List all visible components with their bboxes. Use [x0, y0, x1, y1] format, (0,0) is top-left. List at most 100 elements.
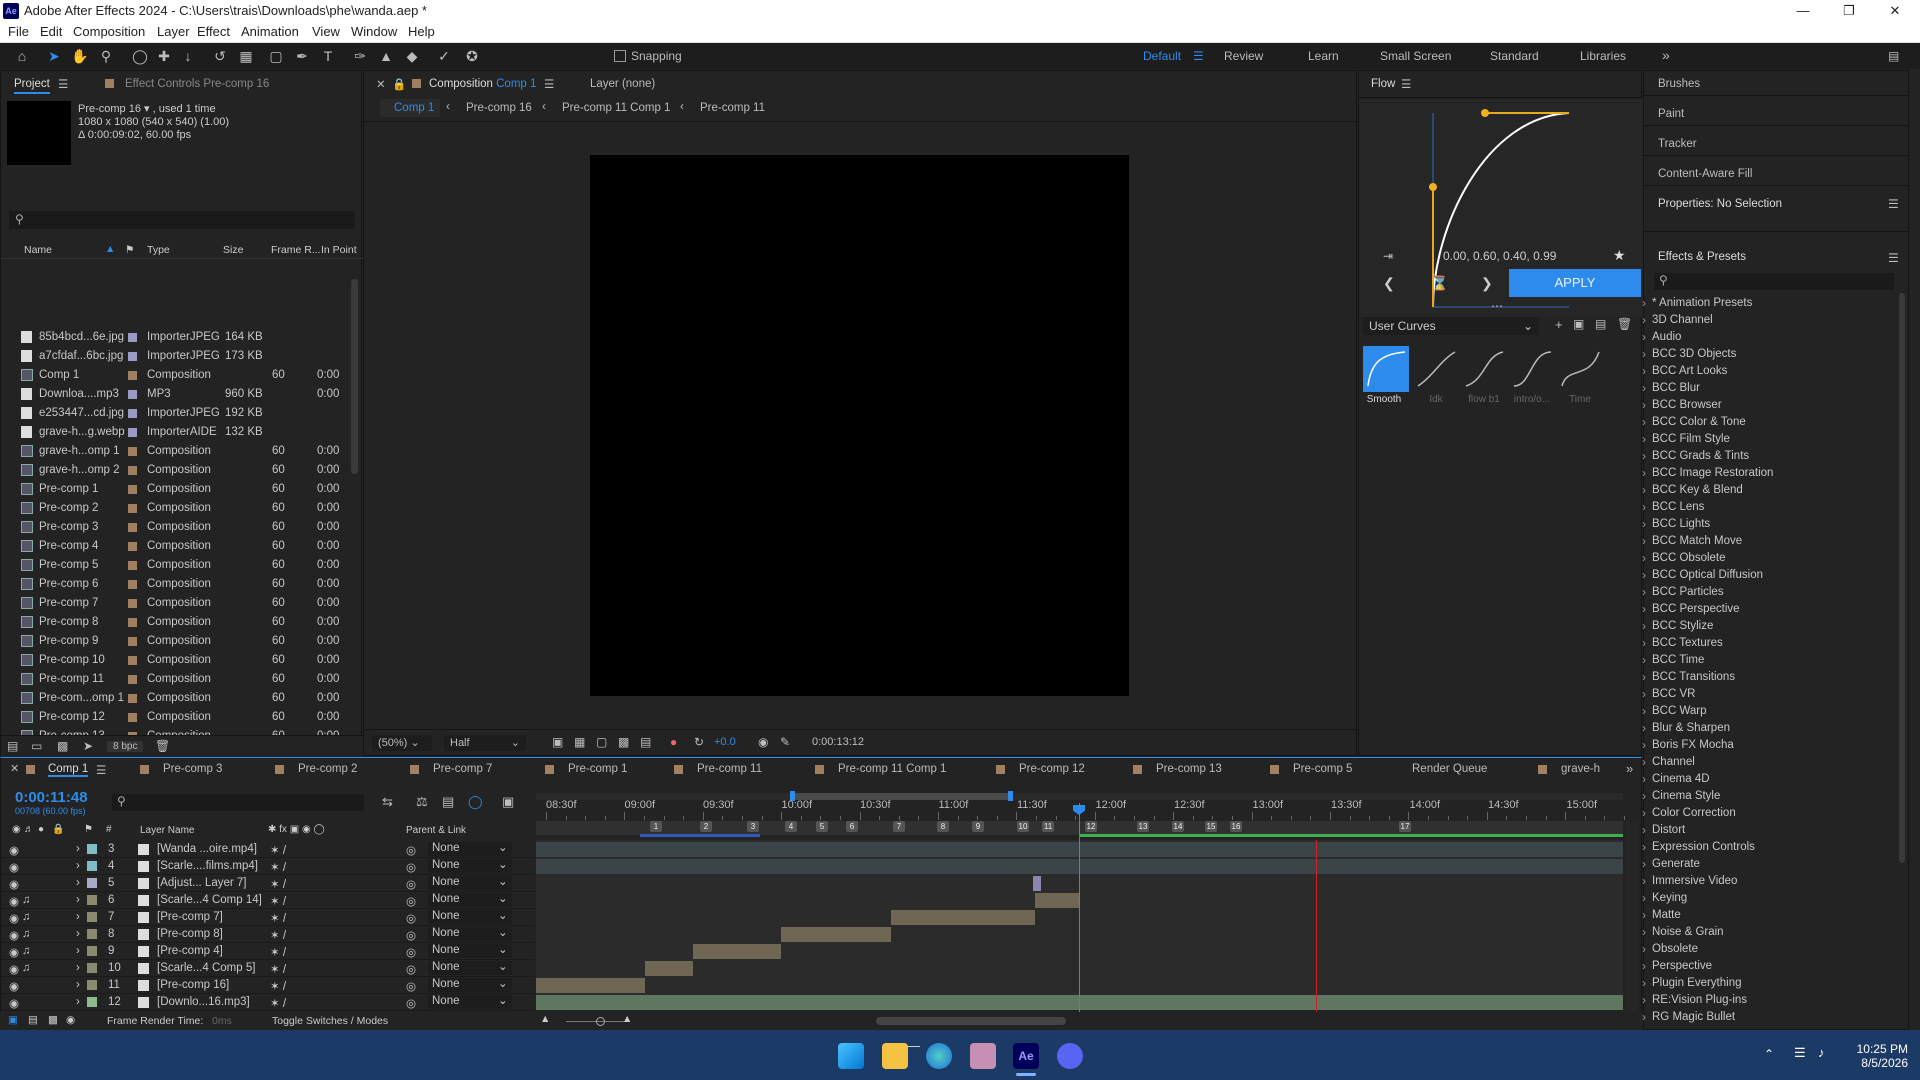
label-swatch[interactable]: [128, 618, 137, 627]
layer-name[interactable]: [Downlo...16.mp3]: [157, 996, 250, 1008]
layer-row[interactable]: ◉ › 11 [Pre-comp 16] ✶ / ◎ None ⌄: [0, 977, 535, 994]
menu-window[interactable]: Window: [351, 24, 397, 39]
effects-scrollbar[interactable]: [1899, 293, 1905, 863]
layer-switches-icon[interactable]: ✶ /: [270, 843, 286, 857]
preset-intro-thumbnail[interactable]: [1509, 346, 1555, 392]
project-item[interactable]: Downloa....mp3 MP3 960 KB 0:00: [17, 385, 352, 404]
flow-menu-icon[interactable]: ☰: [1401, 77, 1411, 91]
pick-whip-icon[interactable]: ◎: [406, 996, 416, 1010]
expand-arrow-icon[interactable]: ›: [76, 877, 80, 889]
layer-switches-icon[interactable]: ✶ /: [270, 996, 286, 1010]
interpret-footage-icon[interactable]: ▤: [7, 739, 18, 753]
layer-switches-icon[interactable]: ✶ /: [270, 894, 286, 908]
effect-category[interactable]: BCC Match Move: [1642, 534, 1742, 548]
effect-category[interactable]: BCC Film Style: [1642, 432, 1730, 446]
apply-button[interactable]: APPLY: [1509, 269, 1641, 297]
curve-values[interactable]: 0.00, 0.60, 0.40, 0.99: [1443, 249, 1556, 263]
label-swatch[interactable]: [128, 713, 137, 722]
import-icon[interactable]: ⇥: [1383, 249, 1393, 263]
effect-category[interactable]: BCC Stylize: [1642, 619, 1713, 633]
save-curve-icon[interactable]: ▣: [1573, 317, 1584, 331]
more-options-icon[interactable]: ⋯: [1491, 299, 1503, 313]
expand-arrow-icon[interactable]: ›: [76, 962, 80, 974]
draft-3d-icon[interactable]: ⚖: [416, 794, 428, 810]
project-item[interactable]: Pre-comp 2 Composition 60 0:00: [17, 499, 352, 518]
layer-name[interactable]: [Pre-comp 4]: [157, 945, 223, 957]
layer-name[interactable]: [Scarle....films.mp4]: [157, 860, 258, 872]
comp-marker[interactable]: 4: [785, 821, 797, 832]
effect-category[interactable]: Matte: [1642, 908, 1681, 922]
layer-row[interactable]: ◉ › 5 [Adjust... Layer 7] ✶ / ◎ None ⌄: [0, 875, 535, 892]
layer-switches-icon[interactable]: ✶ /: [270, 962, 286, 976]
workspace-menu-icon[interactable]: ☰: [1193, 49, 1204, 63]
effect-category[interactable]: BCC Grads & Tints: [1642, 449, 1749, 463]
workspace-review[interactable]: Review: [1224, 49, 1263, 63]
label-swatch[interactable]: [128, 675, 137, 684]
effect-category[interactable]: BCC Textures: [1642, 636, 1723, 650]
comp-marker[interactable]: 13: [1137, 821, 1149, 832]
timeline-tabs-overflow-icon[interactable]: »: [1626, 761, 1633, 776]
layer-switches-icon[interactable]: ✶ /: [270, 945, 286, 959]
effect-category[interactable]: Blur & Sharpen: [1642, 721, 1730, 735]
parent-dropdown[interactable]: None ⌄: [428, 859, 512, 873]
show-snapshot-icon[interactable]: ✎: [780, 735, 790, 749]
label-column-icon[interactable]: ⚑: [84, 824, 93, 835]
expand-arrow-icon[interactable]: ›: [76, 979, 80, 991]
comp-marker[interactable]: 14: [1172, 821, 1184, 832]
close-timeline-tab-icon[interactable]: ✕: [10, 762, 19, 775]
tab-layer[interactable]: Layer (none): [590, 78, 655, 90]
hand-tool-icon[interactable]: ✋: [70, 46, 90, 66]
parent-dropdown[interactable]: None ⌄: [428, 910, 512, 924]
timeline-tab[interactable]: Pre-comp 3: [163, 763, 222, 775]
zoom-slider-handle[interactable]: [596, 1017, 605, 1026]
parent-dropdown[interactable]: None ⌄: [428, 893, 512, 907]
effect-category[interactable]: BCC Optical Diffusion: [1642, 568, 1763, 582]
video-eye-icon[interactable]: ◉: [9, 860, 19, 874]
layer-bar-11[interactable]: [536, 978, 645, 993]
color-channel-icon[interactable]: ●: [670, 735, 677, 749]
project-item[interactable]: Pre-comp 9 Composition 60 0:00: [17, 632, 352, 651]
panel-content-aware-fill[interactable]: Content-Aware Fill: [1658, 168, 1752, 180]
new-folder-icon[interactable]: ▭: [31, 739, 42, 753]
zoom-tool-icon[interactable]: ⚲: [96, 46, 116, 66]
favorite-star-icon[interactable]: ★: [1613, 247, 1626, 264]
comp-marker[interactable]: 11: [1042, 821, 1054, 832]
audio-icon[interactable]: ♫: [22, 962, 31, 974]
pick-whip-icon[interactable]: ◎: [406, 894, 416, 908]
menu-file[interactable]: File: [8, 24, 29, 39]
file-explorer-icon[interactable]: [882, 1043, 908, 1069]
label-swatch[interactable]: [128, 428, 137, 437]
effect-category[interactable]: BCC Perspective: [1642, 602, 1740, 616]
solo-toggle-icon[interactable]: ●: [38, 824, 44, 835]
timeline-tab[interactable]: Pre-comp 13: [1156, 763, 1222, 775]
preset-flowb1-thumbnail[interactable]: [1461, 346, 1507, 392]
pick-whip-icon[interactable]: ◎: [406, 843, 416, 857]
effect-category[interactable]: * Animation Presets: [1642, 296, 1752, 310]
effects-presets-title[interactable]: Effects & Presets: [1658, 251, 1746, 263]
preset-idk-thumbnail[interactable]: [1413, 346, 1459, 392]
label-swatch[interactable]: [128, 447, 137, 456]
comp-marker[interactable]: 3: [747, 821, 759, 832]
parent-dropdown[interactable]: None ⌄: [428, 944, 512, 958]
col-in-point[interactable]: In Point: [321, 244, 357, 256]
new-composition-icon[interactable]: ▩: [57, 739, 68, 753]
anchor-tool-icon[interactable]: ▦: [236, 46, 256, 66]
work-area-bar[interactable]: [536, 793, 1623, 800]
region-of-interest-icon[interactable]: ▤: [640, 735, 651, 749]
menu-help[interactable]: Help: [408, 24, 435, 39]
col-name[interactable]: Name: [24, 244, 52, 256]
effect-category[interactable]: Audio: [1642, 330, 1682, 344]
effect-category[interactable]: BCC VR: [1642, 687, 1696, 701]
grid-guides-icon[interactable]: ▩: [618, 735, 629, 749]
label-swatch[interactable]: [128, 409, 137, 418]
label-swatch[interactable]: [128, 599, 137, 608]
comp-marker[interactable]: 6: [846, 821, 858, 832]
current-time-indicator[interactable]: [1079, 803, 1080, 1013]
layer-row[interactable]: ◉ ♫ › 10 [Scarle...4 Comp 5] ✶ / ◎ None ⌄: [0, 960, 535, 977]
video-eye-icon[interactable]: ◉: [9, 877, 19, 891]
layer-name[interactable]: [Pre-comp 7]: [157, 911, 223, 923]
layer-row[interactable]: ◉ ♫ › 7 [Pre-comp 7] ✶ / ◎ None ⌄: [0, 909, 535, 926]
panel-properties[interactable]: Properties: No Selection: [1658, 198, 1782, 210]
project-item[interactable]: a7cfdaf...6bc.jpg ImporterJPEG 173 KB: [17, 347, 352, 366]
windows-start-icon[interactable]: [838, 1043, 864, 1069]
